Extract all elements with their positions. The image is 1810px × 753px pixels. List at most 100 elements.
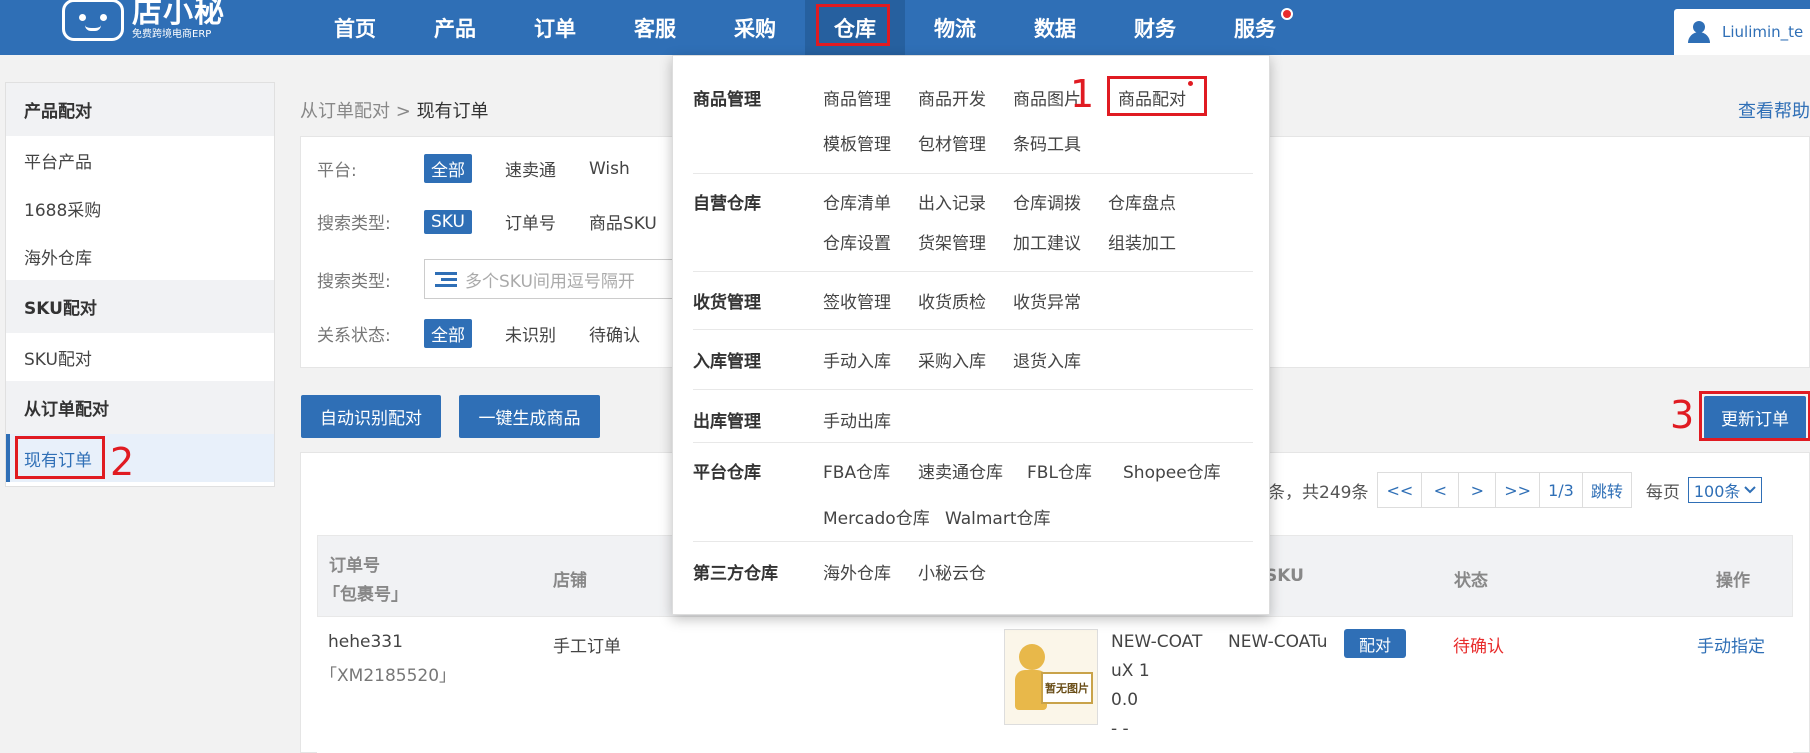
menu-link-aliexpress-warehouse[interactable]: 速卖通仓库 <box>918 458 1003 483</box>
manual-assign-link[interactable]: 手动指定 <box>1697 632 1765 657</box>
per-page-value: 100条 <box>1693 482 1741 501</box>
menu-link-warehouse-settings[interactable]: 仓库设置 <box>823 229 891 254</box>
nav-logistics[interactable]: 物流 <box>905 0 1005 55</box>
package-no: 「XM2185520」 <box>320 666 457 686</box>
breadcrumb: 从订单配对 > 现有订单 <box>300 97 489 123</box>
nav-warehouse[interactable]: 仓库 <box>805 0 905 55</box>
warehouse-dropdown-menu: 商品管理 商品管理 商品开发 商品图片 商品配对 模板管理 包材管理 条码工具 … <box>672 55 1270 615</box>
help-link[interactable]: 查看帮助 <box>1738 97 1810 123</box>
jump-button[interactable]: 跳转 <box>1581 472 1632 508</box>
menu-link-walmart-warehouse[interactable]: Walmart仓库 <box>945 504 1051 529</box>
menu-link-fbl-warehouse[interactable]: FBL仓库 <box>1027 458 1092 483</box>
main-nav: 首页 产品 订单 客服 采购 仓库 物流 数据 财务 服务 <box>305 0 1305 55</box>
filter-label: 搜索类型: <box>317 214 391 234</box>
menu-link-manual-inbound[interactable]: 手动入库 <box>823 347 891 372</box>
nav-products[interactable]: 产品 <box>405 0 505 55</box>
menu-link-barcode-tool[interactable]: 条码工具 <box>1013 130 1081 155</box>
menu-link-warehouse-list[interactable]: 仓库清单 <box>823 189 891 214</box>
header-order-no: 订单号 <box>329 556 380 576</box>
nav-orders[interactable]: 订单 <box>505 0 605 55</box>
last-page-button[interactable]: >> <box>1495 472 1541 508</box>
search-type-option-order-no[interactable]: 订单号 <box>505 209 556 234</box>
header-status: 状态 <box>1454 571 1488 591</box>
breadcrumb-parent[interactable]: 从订单配对 <box>300 101 390 122</box>
menu-link-return-inbound[interactable]: 退货入库 <box>1013 347 1081 372</box>
menu-link-shelf-management[interactable]: 货架管理 <box>918 229 986 254</box>
relation-status-filter: 关系状态: 全部 未识别 待确认 <box>317 319 673 348</box>
menu-section-title: 入库管理 <box>693 352 761 372</box>
platform-option-wish[interactable]: Wish <box>589 159 630 179</box>
auto-match-button[interactable]: 自动识别配对 <box>301 395 441 438</box>
nav-customer-service[interactable]: 客服 <box>605 0 705 55</box>
sku-value: NEW-COATu <box>1228 632 1328 652</box>
product-image[interactable]: 暂无图片 <box>1004 629 1098 725</box>
menu-link-manual-outbound[interactable]: 手动出库 <box>823 407 891 432</box>
status-value: 待确认 <box>1453 637 1504 657</box>
search-type-option-product-sku[interactable]: 商品SKU <box>589 209 657 234</box>
search-type-filter: 搜索类型: SKU 订单号 商品SKU <box>317 209 690 234</box>
product-line: NEW-COAT <box>1111 632 1203 652</box>
status-option-unrecognized[interactable]: 未识别 <box>505 321 556 346</box>
nav-home[interactable]: 首页 <box>305 0 405 55</box>
sidebar-item-sku-match[interactable]: SKU配对 <box>6 333 274 381</box>
brand-subtitle: 免费跨境电商ERP <box>132 29 212 40</box>
nav-finance[interactable]: 财务 <box>1105 0 1205 55</box>
search-type-option-sku[interactable]: SKU <box>424 209 472 234</box>
prev-page-button[interactable]: < <box>1421 472 1460 508</box>
first-page-button[interactable]: << <box>1377 472 1423 508</box>
menu-link-warehouse-transfer[interactable]: 仓库调拨 <box>1013 189 1081 214</box>
menu-link-processing-suggestions[interactable]: 加工建议 <box>1013 229 1081 254</box>
menu-link-receiving-exceptions[interactable]: 收货异常 <box>1013 288 1081 313</box>
menu-link-fba-warehouse[interactable]: FBA仓库 <box>823 458 890 483</box>
user-name: Liulimin_te <box>1722 23 1804 41</box>
next-page-button[interactable]: > <box>1458 472 1497 508</box>
platform-option-aliexpress[interactable]: 速卖通 <box>505 156 556 181</box>
menu-link-product-management[interactable]: 商品管理 <box>823 85 891 110</box>
page-indicator: 1/3 <box>1539 472 1583 508</box>
menu-link-in-out-records[interactable]: 出入记录 <box>918 189 986 214</box>
menu-link-sign-management[interactable]: 签收管理 <box>823 288 891 313</box>
pagination-summary: 条，共249条 <box>1268 482 1369 503</box>
match-tag[interactable]: 配对 <box>1344 629 1406 658</box>
menu-section-platform-warehouse: 平台仓库 FBA仓库 速卖通仓库 FBL仓库 Shopee仓库 Mercado仓… <box>693 443 1253 542</box>
menu-link-purchase-inbound[interactable]: 采购入库 <box>918 347 986 372</box>
user-menu[interactable]: Liulimin_te <box>1674 9 1810 55</box>
per-page-select[interactable]: 100条 <box>1687 477 1763 503</box>
menu-link-product-matching[interactable]: 商品配对 <box>1107 76 1207 116</box>
menu-link-template-management[interactable]: 模板管理 <box>823 130 891 155</box>
menu-link-mercado-warehouse[interactable]: Mercado仓库 <box>823 504 930 529</box>
sidebar-item-platform-products[interactable]: 平台产品 <box>6 136 274 184</box>
search-placeholder: 多个SKU间用逗号隔开 <box>465 271 635 292</box>
step-2-annotation: 2 <box>110 440 135 484</box>
placeholder-figure-icon <box>1019 644 1045 670</box>
menu-section-third-party-warehouse: 第三方仓库 海外仓库 小秘云仓 <box>693 542 1253 616</box>
menu-link-shopee-warehouse[interactable]: Shopee仓库 <box>1123 458 1221 483</box>
shop-name: 手工订单 <box>553 637 621 657</box>
menu-link-product-development[interactable]: 商品开发 <box>918 85 986 110</box>
platform-option-all[interactable]: 全部 <box>424 154 472 183</box>
status-option-all[interactable]: 全部 <box>424 319 472 348</box>
menu-link-xiaomi-cloud-warehouse[interactable]: 小秘云仓 <box>918 559 986 584</box>
menu-section-own-warehouse: 自营仓库 仓库清单 出入记录 仓库调拨 仓库盘点 仓库设置 货架管理 加工建议 … <box>693 174 1253 272</box>
sidebar-item-existing-orders[interactable]: 现有订单 <box>6 434 274 482</box>
filter-label: 搜索类型: <box>317 271 391 292</box>
menu-link-packaging-management[interactable]: 包材管理 <box>918 130 986 155</box>
order-no: hehe331 <box>328 632 403 652</box>
menu-link-stocktaking[interactable]: 仓库盘点 <box>1108 189 1176 214</box>
nav-purchase[interactable]: 采购 <box>705 0 805 55</box>
no-image-sign: 暂无图片 <box>1041 672 1093 704</box>
nav-data[interactable]: 数据 <box>1005 0 1105 55</box>
product-line: uX 1 <box>1111 661 1150 681</box>
header-package-no: 「包裹号」 <box>323 585 408 605</box>
menu-link-receiving-qc[interactable]: 收货质检 <box>918 288 986 313</box>
update-orders-button[interactable]: 更新订单 <box>1699 391 1810 441</box>
status-option-pending[interactable]: 待确认 <box>589 321 640 346</box>
menu-link-overseas-warehouse[interactable]: 海外仓库 <box>823 559 891 584</box>
menu-section-title: 收货管理 <box>693 293 761 313</box>
sidebar: 产品配对 平台产品 1688采购 海外仓库 SKU配对 SKU配对 从订单配对 … <box>5 82 275 487</box>
brand-logo[interactable]: 店小秘 免费跨境电商ERP <box>62 0 225 48</box>
menu-link-assembly-processing[interactable]: 组装加工 <box>1108 229 1176 254</box>
sidebar-item-1688-purchase[interactable]: 1688采购 <box>6 184 274 232</box>
sidebar-item-overseas-warehouse[interactable]: 海外仓库 <box>6 232 274 280</box>
generate-products-button[interactable]: 一键生成商品 <box>459 395 600 438</box>
